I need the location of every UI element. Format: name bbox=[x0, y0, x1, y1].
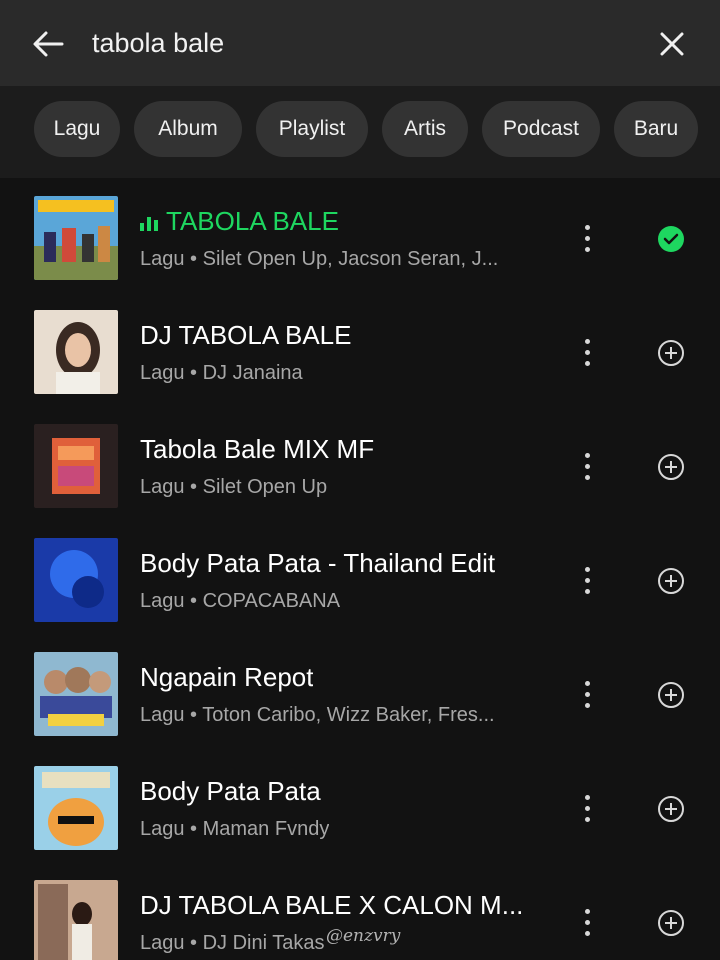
track-title: Body Pata Pata bbox=[140, 776, 321, 806]
track-title: TABOLA BALE bbox=[140, 206, 339, 237]
filter-chip-playlist[interactable]: Playlist bbox=[256, 101, 368, 157]
album-art bbox=[34, 766, 118, 850]
track-subtitle: Lagu • Maman Fvndy bbox=[140, 818, 330, 840]
now-playing-icon bbox=[140, 213, 158, 231]
track-title-text: TABOLA BALE bbox=[166, 206, 339, 236]
list-item[interactable]: DJ TABOLA BALE Lagu • DJ Janaina bbox=[0, 302, 720, 416]
album-art bbox=[34, 652, 118, 736]
track-subtitle: Lagu • COPACABANA bbox=[140, 590, 341, 612]
list-item[interactable]: Body Pata Pata - Thailand Edit Lagu • CO… bbox=[0, 530, 720, 644]
filter-chip-lagu[interactable]: Lagu bbox=[34, 101, 120, 157]
track-title: Body Pata Pata - Thailand Edit bbox=[140, 548, 496, 578]
more-options-button[interactable] bbox=[572, 446, 602, 486]
list-item[interactable]: Tabola Bale MIX MF Lagu • Silet Open Up bbox=[0, 416, 720, 530]
track-subtitle: Lagu • Silet Open Up, Jacson Seran, J... bbox=[140, 248, 499, 270]
track-title: DJ TABOLA BALE X CALON M... bbox=[140, 890, 524, 920]
more-options-button[interactable] bbox=[572, 218, 602, 258]
add-to-library-button[interactable] bbox=[656, 908, 686, 938]
list-item[interactable]: DJ TABOLA BALE X CALON M... Lagu • DJ Di… bbox=[0, 872, 720, 960]
back-button[interactable] bbox=[28, 26, 68, 62]
add-to-library-button[interactable] bbox=[656, 566, 686, 596]
more-options-button[interactable] bbox=[572, 902, 602, 942]
track-title: Tabola Bale MIX MF bbox=[140, 434, 375, 464]
add-to-library-button[interactable] bbox=[656, 794, 686, 824]
filter-chip-artis[interactable]: Artis bbox=[382, 101, 468, 157]
track-title: Ngapain Repot bbox=[140, 662, 314, 692]
plus-circle-icon bbox=[658, 682, 684, 708]
more-options-button[interactable] bbox=[572, 560, 602, 600]
search-input[interactable]: tabola bale bbox=[92, 28, 224, 59]
album-art bbox=[34, 538, 118, 622]
plus-circle-icon bbox=[658, 454, 684, 480]
track-subtitle: Lagu • Toton Caribo, Wizz Baker, Fres... bbox=[140, 704, 495, 726]
check-circle-icon bbox=[658, 226, 684, 252]
added-check-button[interactable] bbox=[656, 224, 686, 254]
plus-circle-icon bbox=[658, 910, 684, 936]
arrow-left-icon bbox=[33, 31, 64, 57]
album-art bbox=[34, 424, 118, 508]
album-art bbox=[34, 310, 118, 394]
track-subtitle: Lagu • DJ Dini Takas bbox=[140, 932, 325, 954]
track-subtitle: Lagu • Silet Open Up bbox=[140, 476, 328, 498]
clear-search-button[interactable] bbox=[652, 24, 692, 64]
plus-circle-icon bbox=[658, 796, 684, 822]
filter-chip-baru[interactable]: Baru bbox=[614, 101, 698, 157]
more-options-button[interactable] bbox=[572, 788, 602, 828]
filter-chip-podcast[interactable]: Podcast bbox=[482, 101, 600, 157]
more-options-button[interactable] bbox=[572, 332, 602, 372]
add-to-library-button[interactable] bbox=[656, 338, 686, 368]
list-item[interactable]: Ngapain Repot Lagu • Toton Caribo, Wizz … bbox=[0, 644, 720, 758]
list-item[interactable]: Body Pata Pata Lagu • Maman Fvndy bbox=[0, 758, 720, 872]
filter-chips: Lagu Album Playlist Artis Podcast Baru bbox=[0, 86, 720, 178]
plus-circle-icon bbox=[658, 568, 684, 594]
search-results-list: TABOLA BALE Lagu • Silet Open Up, Jacson… bbox=[0, 178, 720, 960]
close-icon bbox=[660, 32, 684, 56]
filter-chip-album[interactable]: Album bbox=[134, 101, 242, 157]
more-options-button[interactable] bbox=[572, 674, 602, 714]
album-art bbox=[34, 880, 118, 960]
search-bar: tabola bale bbox=[0, 0, 720, 86]
add-to-library-button[interactable] bbox=[656, 452, 686, 482]
add-to-library-button[interactable] bbox=[656, 680, 686, 710]
track-subtitle: Lagu • DJ Janaina bbox=[140, 362, 303, 384]
plus-circle-icon bbox=[658, 340, 684, 366]
album-art bbox=[34, 196, 118, 280]
watermark: @enzvry bbox=[326, 926, 401, 946]
list-item[interactable]: TABOLA BALE Lagu • Silet Open Up, Jacson… bbox=[0, 188, 720, 302]
track-title: DJ TABOLA BALE bbox=[140, 320, 352, 350]
